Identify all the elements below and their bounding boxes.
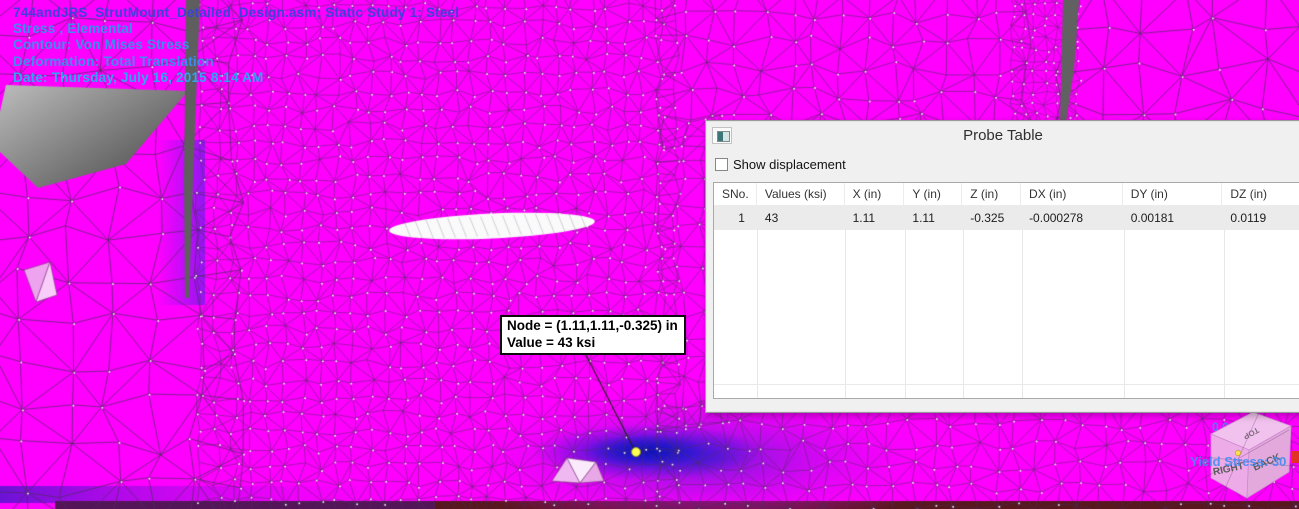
column-header-z-in-[interactable]: Z (in) <box>962 183 1022 205</box>
header-line-1: 744andJRS_StrutMount_Detailed_Design.asm… <box>13 5 460 20</box>
column-header-dy-in-[interactable]: DY (in) <box>1123 183 1223 205</box>
table-cell[interactable]: 0.0119 <box>1222 206 1299 230</box>
show-displacement-checkbox[interactable] <box>715 158 728 171</box>
header-line-2: Stress , Elemental <box>13 21 133 37</box>
show-displacement-row[interactable]: Show displacement <box>715 157 846 172</box>
probe-table-row[interactable]: 1 43 1.11 1.11 -0.325 -0.000278 0.00181 0.0119 <box>714 206 1299 230</box>
show-displacement-label[interactable]: Show displacement <box>733 157 846 172</box>
probe-callout-value: Value = 43 ksi <box>507 334 596 350</box>
column-header-sno-[interactable]: SNo. <box>714 183 757 205</box>
table-cell[interactable]: -0.000278 <box>1021 206 1123 230</box>
probe-table-dialog: Probe Table Show displacement SNo. Values… <box>705 120 1299 413</box>
yield-legend-marker <box>1291 451 1299 463</box>
probe-callout-node: Node = (1.11,1.11,-0.325) in <box>507 318 678 333</box>
probe-table-header: SNo. Values (ksi) X (in) Y (in) Z (in) DX (in… <box>714 183 1299 206</box>
table-cell[interactable]: 1.11 <box>845 206 905 230</box>
fea-viewport[interactable]: 744andJRS_StrutMount_Detailed_Design.asm… <box>0 0 1299 509</box>
column-header-x-in-[interactable]: X (in) <box>845 183 905 205</box>
probe-callout: Node = (1.11,1.11,-0.325) in Value = 43 … <box>500 315 686 355</box>
table-cell[interactable]: 0.00181 <box>1123 206 1223 230</box>
table-cell[interactable]: 43 <box>757 206 845 230</box>
probe-table[interactable]: SNo. Values (ksi) X (in) Y (in) Z (in) DX (in… <box>713 182 1299 399</box>
table-cell[interactable]: -0.325 <box>962 206 1021 230</box>
header-line-5: Date: Thursday, July 16, 2015 8:14 AM <box>13 69 264 85</box>
dialog-title: Probe Table <box>963 127 1043 144</box>
header-line-4: Deformation: Total Translation <box>13 53 214 69</box>
yield-stress-label: Yield Stress: 30 <box>1190 454 1287 469</box>
table-cell[interactable]: 1.11 <box>904 206 962 230</box>
column-header-dz-in-[interactable]: DZ (in) <box>1222 183 1299 205</box>
result-header-text: 744andJRS_StrutMount_Detailed_Design.asm… <box>13 5 459 86</box>
table-cell[interactable]: 1 <box>714 206 757 230</box>
column-header-values-ksi-[interactable]: Values (ksi) <box>757 183 845 205</box>
column-header-y-in-[interactable]: Y (in) <box>904 183 963 205</box>
column-header-dx-in-[interactable]: DX (in) <box>1021 183 1123 205</box>
probe-table-titlebar[interactable]: Probe Table <box>706 121 1299 151</box>
header-line-3: Contour: Von Mises Stress <box>13 37 190 53</box>
